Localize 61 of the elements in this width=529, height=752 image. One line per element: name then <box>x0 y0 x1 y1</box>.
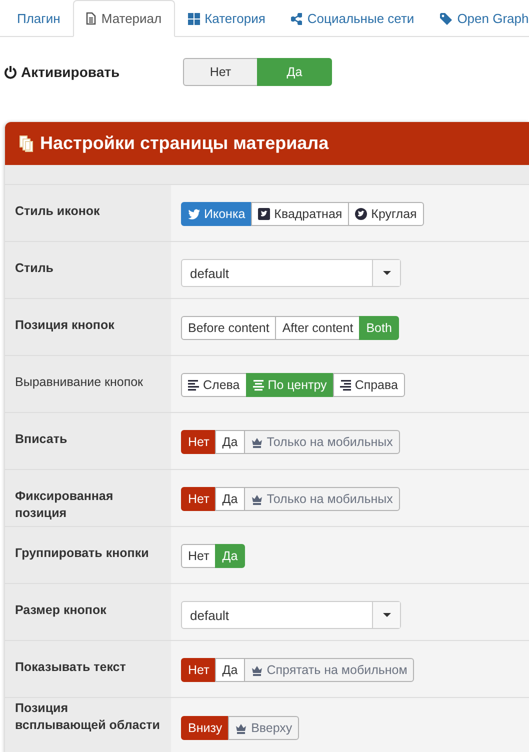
option-button[interactable]: Вверху <box>228 716 300 740</box>
field-label: Выравнивание кнопок <box>15 375 144 389</box>
option-button[interactable]: Только на мобильных <box>244 487 400 511</box>
select-field[interactable]: default <box>181 601 401 629</box>
caret-icon <box>382 613 390 617</box>
document-icon <box>86 12 96 25</box>
option-button[interactable]: Справа <box>332 373 405 397</box>
tab[interactable]: Социальные сети <box>278 0 428 37</box>
panel-title: Настройки страницы материала <box>40 133 329 154</box>
option-button[interactable]: Нет <box>181 487 216 511</box>
crown-icon <box>250 436 263 448</box>
pages-icon <box>19 135 34 152</box>
field-label: Размер кнопок <box>15 603 106 617</box>
tab[interactable]: Плагин <box>4 0 74 37</box>
field-label: Позиция всплывающей области <box>15 701 160 732</box>
field-label: Фиксированная позиция <box>15 489 114 520</box>
option-button[interactable]: Спрятать на мобильном <box>244 658 414 682</box>
field-label: Показывать текст <box>15 660 126 674</box>
bird-icon <box>188 208 200 220</box>
field-label: Активировать <box>21 64 120 80</box>
tab[interactable]: Категория <box>174 0 278 37</box>
option-button[interactable]: Да <box>215 544 245 568</box>
power-icon <box>4 66 17 78</box>
option-button[interactable]: Только на мобильных <box>244 430 400 454</box>
option-button[interactable]: Иконка <box>181 202 252 226</box>
option-button[interactable]: Квадратная <box>251 202 350 226</box>
bird-square-icon <box>258 208 270 220</box>
option-button[interactable]: Нет <box>181 430 216 454</box>
tag-icon <box>440 12 452 24</box>
option-button[interactable]: Нет <box>181 544 216 568</box>
option-button[interactable]: Слева <box>181 373 247 397</box>
tab[interactable]: Материал <box>73 0 175 37</box>
option-button[interactable]: Да <box>215 487 245 511</box>
crown-icon <box>250 494 263 504</box>
option-button[interactable]: Внизу <box>181 716 230 740</box>
field-label: Стиль <box>15 261 54 275</box>
grid-icon <box>188 12 200 24</box>
align-left-icon <box>188 380 199 390</box>
option-button[interactable]: Both <box>359 316 399 340</box>
tab[interactable]: Open Graph <box>427 0 529 37</box>
option-button[interactable]: Да <box>215 658 245 682</box>
option-button[interactable]: Круглая <box>348 202 424 226</box>
field-label: Группировать кнопки <box>15 546 149 560</box>
option-button[interactable]: Да <box>215 430 245 454</box>
option-button[interactable]: По центру <box>246 373 334 397</box>
caret-icon <box>382 271 390 275</box>
option-button[interactable]: After content <box>275 316 360 340</box>
field-label: Позиция кнопок <box>15 318 114 332</box>
option-button[interactable]: Before content <box>181 316 276 340</box>
align-right-icon <box>340 380 351 390</box>
option-button[interactable]: Да <box>257 58 332 86</box>
field-label: Стиль иконок <box>15 204 100 218</box>
select-field[interactable]: default <box>181 259 401 287</box>
share-icon <box>291 12 302 24</box>
option-button[interactable]: Нет <box>183 58 258 86</box>
crown-icon <box>250 664 263 676</box>
crown-icon <box>235 722 248 734</box>
field-label: Вписать <box>15 432 68 446</box>
option-button[interactable]: Нет <box>181 658 216 682</box>
align-center-icon <box>252 380 264 390</box>
bird-circle-icon <box>355 208 368 220</box>
